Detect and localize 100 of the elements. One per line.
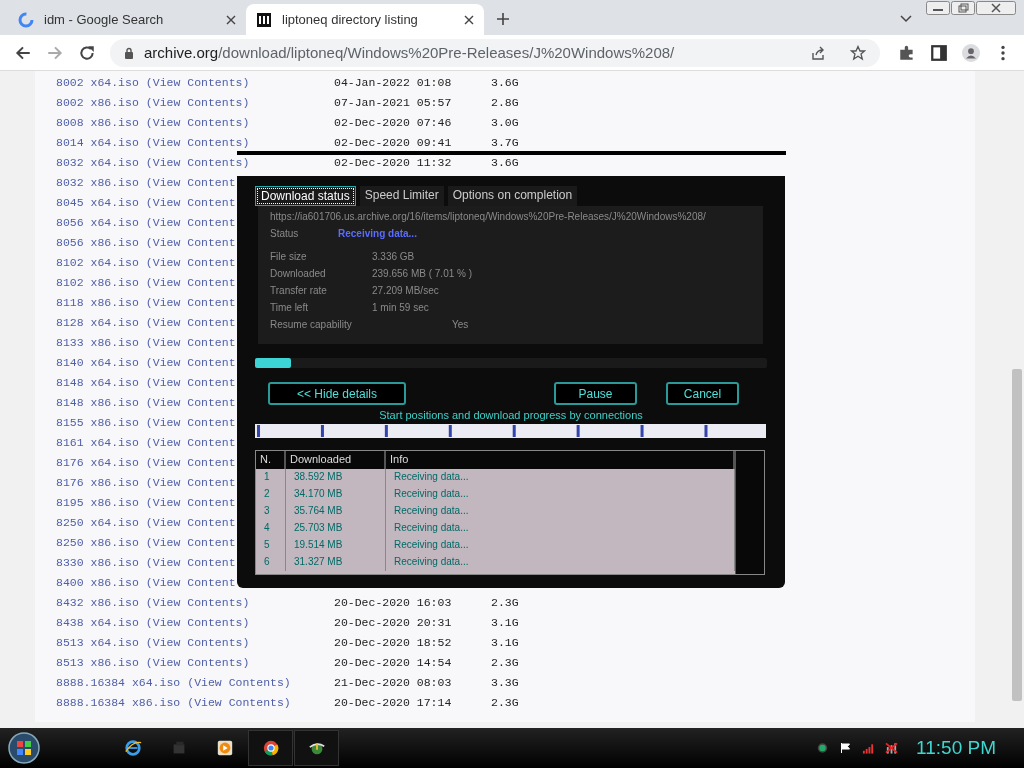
status-dot-icon[interactable] — [816, 742, 830, 754]
profile-icon[interactable] — [962, 43, 980, 62]
view-contents-link[interactable]: (View Content — [145, 435, 236, 449]
clock[interactable]: 11:50 PM — [916, 737, 996, 759]
file-link[interactable]: 8513 x64.iso — [56, 635, 139, 649]
column-header[interactable]: Info — [386, 451, 735, 469]
file-link[interactable]: 8056 x86.iso — [56, 235, 139, 249]
sidebar-icon[interactable] — [930, 43, 948, 62]
view-contents-link[interactable]: (View Contents) — [145, 135, 250, 149]
file-link[interactable]: 8888.16384 x64.iso — [56, 675, 181, 689]
flag-icon[interactable] — [839, 742, 853, 754]
view-contents-link[interactable]: (View Contents) — [145, 635, 250, 649]
share-icon[interactable] — [810, 44, 826, 61]
chrome-icon[interactable] — [261, 739, 280, 757]
view-contents-link[interactable]: (View Contents) — [145, 655, 250, 669]
view-contents-link[interactable]: (View Contents) — [145, 155, 250, 169]
view-contents-link[interactable]: (View Contents) — [145, 615, 250, 629]
file-link[interactable]: 8400 x86.iso — [56, 575, 139, 589]
start-button[interactable] — [8, 732, 40, 764]
view-contents-link[interactable]: (View Content — [145, 255, 236, 269]
dialog-tab[interactable]: Download status — [255, 186, 356, 206]
view-contents-link[interactable]: (View Content — [145, 395, 236, 409]
dialog-tab[interactable]: Options on completion — [447, 186, 578, 206]
star-icon[interactable] — [850, 44, 866, 61]
file-link[interactable]: 8002 x64.iso — [56, 75, 139, 89]
view-contents-link[interactable]: (View Content — [145, 335, 236, 349]
file-link[interactable]: 8045 x64.iso — [56, 195, 139, 209]
close-icon[interactable] — [464, 14, 474, 25]
view-contents-link[interactable]: (View Contents) — [187, 695, 291, 709]
file-link[interactable]: 8056 x64.iso — [56, 215, 139, 229]
hide-details-button[interactable]: << Hide details — [268, 382, 406, 405]
view-contents-link[interactable]: (View Content — [145, 195, 236, 209]
address-bar[interactable]: archive.org/download/liptoneq/Windows%20Pre-Releases/J%20Windows%208/ — [110, 38, 880, 67]
view-contents-link[interactable]: (View Contents) — [145, 595, 250, 609]
table-scrollbar[interactable] — [735, 451, 764, 574]
puzzle-icon[interactable] — [898, 43, 916, 62]
file-link[interactable]: 8161 x64.iso — [56, 435, 139, 449]
file-link[interactable]: 8118 x86.iso — [56, 295, 139, 309]
view-contents-link[interactable]: (View Content — [145, 475, 236, 489]
file-link[interactable]: 8014 x64.iso — [56, 135, 139, 149]
file-link[interactable]: 8432 x86.iso — [56, 595, 139, 609]
file-link[interactable]: 8032 x64.iso — [56, 155, 139, 169]
view-contents-link[interactable]: (View Content — [145, 215, 236, 229]
file-link[interactable]: 8438 x64.iso — [56, 615, 139, 629]
view-contents-link[interactable]: (View Contents) — [187, 675, 291, 689]
view-contents-link[interactable]: (View Content — [145, 235, 236, 249]
file-link[interactable]: 8513 x86.iso — [56, 655, 139, 669]
ie-icon[interactable] — [123, 739, 142, 757]
view-contents-link[interactable]: (View Content — [145, 555, 236, 569]
file-link[interactable]: 8128 x64.iso — [56, 315, 139, 329]
pause-button[interactable]: Pause — [554, 382, 637, 405]
reload-icon[interactable] — [78, 43, 96, 62]
view-contents-link[interactable]: (View Content — [145, 175, 236, 189]
view-contents-link[interactable]: (View Content — [145, 275, 236, 289]
file-link[interactable]: 8330 x86.iso — [56, 555, 139, 569]
view-contents-link[interactable]: (View Content — [145, 495, 236, 509]
view-contents-link[interactable]: (View Content — [145, 515, 236, 529]
column-header[interactable]: N. — [256, 451, 286, 469]
file-link[interactable]: 8176 x86.iso — [56, 475, 139, 489]
file-link[interactable]: 8250 x64.iso — [56, 515, 139, 529]
view-contents-link[interactable]: (View Content — [145, 575, 236, 589]
file-link[interactable]: 8148 x86.iso — [56, 395, 139, 409]
view-contents-link[interactable]: (View Content — [145, 455, 236, 469]
close-icon[interactable] — [226, 14, 236, 25]
close-icon[interactable] — [976, 1, 1016, 15]
view-contents-link[interactable]: (View Contents) — [145, 95, 250, 109]
view-contents-link[interactable]: (View Content — [145, 355, 236, 369]
file-link[interactable]: 8102 x64.iso — [56, 255, 139, 269]
minimize-icon[interactable] — [926, 1, 950, 15]
file-link[interactable]: 8133 x86.iso — [56, 335, 139, 349]
browser-tab[interactable]: idm - Google Search — [8, 4, 246, 35]
chevron-down-icon[interactable] — [900, 15, 912, 23]
file-link[interactable]: 8888.16384 x86.iso — [56, 695, 181, 709]
new-tab-icon[interactable] — [496, 12, 510, 26]
cancel-button[interactable]: Cancel — [666, 382, 739, 405]
view-contents-link[interactable]: (View Contents) — [145, 75, 250, 89]
column-header[interactable]: Downloaded — [286, 451, 386, 469]
dialog-tab[interactable]: Speed Limiter — [359, 186, 444, 206]
scrollbar-thumb[interactable] — [1012, 369, 1022, 701]
file-link[interactable]: 8032 x86.iso — [56, 175, 139, 189]
view-contents-link[interactable]: (View Content — [145, 415, 236, 429]
signal-icon[interactable] — [862, 742, 876, 754]
view-contents-link[interactable]: (View Content — [145, 375, 236, 389]
view-contents-link[interactable]: (View Content — [145, 295, 236, 309]
media-player-icon[interactable] — [215, 739, 234, 757]
view-contents-link[interactable]: (View Contents) — [145, 115, 250, 129]
file-link[interactable]: 8176 x64.iso — [56, 455, 139, 469]
restore-icon[interactable] — [951, 1, 975, 15]
file-link[interactable]: 8155 x86.iso — [56, 415, 139, 429]
file-link[interactable]: 8148 x64.iso — [56, 375, 139, 389]
file-link[interactable]: 8140 x64.iso — [56, 355, 139, 369]
file-link[interactable]: 8195 x86.iso — [56, 495, 139, 509]
file-link[interactable]: 8250 x86.iso — [56, 535, 139, 549]
network-error-icon[interactable] — [885, 742, 899, 754]
file-link[interactable]: 8002 x86.iso — [56, 95, 139, 109]
view-contents-link[interactable]: (View Content — [145, 315, 236, 329]
view-contents-link[interactable]: (View Content — [145, 535, 236, 549]
browser-tab[interactable]: liptoneq directory listing — [246, 4, 484, 35]
file-link[interactable]: 8102 x86.iso — [56, 275, 139, 289]
file-link[interactable]: 8008 x86.iso — [56, 115, 139, 129]
